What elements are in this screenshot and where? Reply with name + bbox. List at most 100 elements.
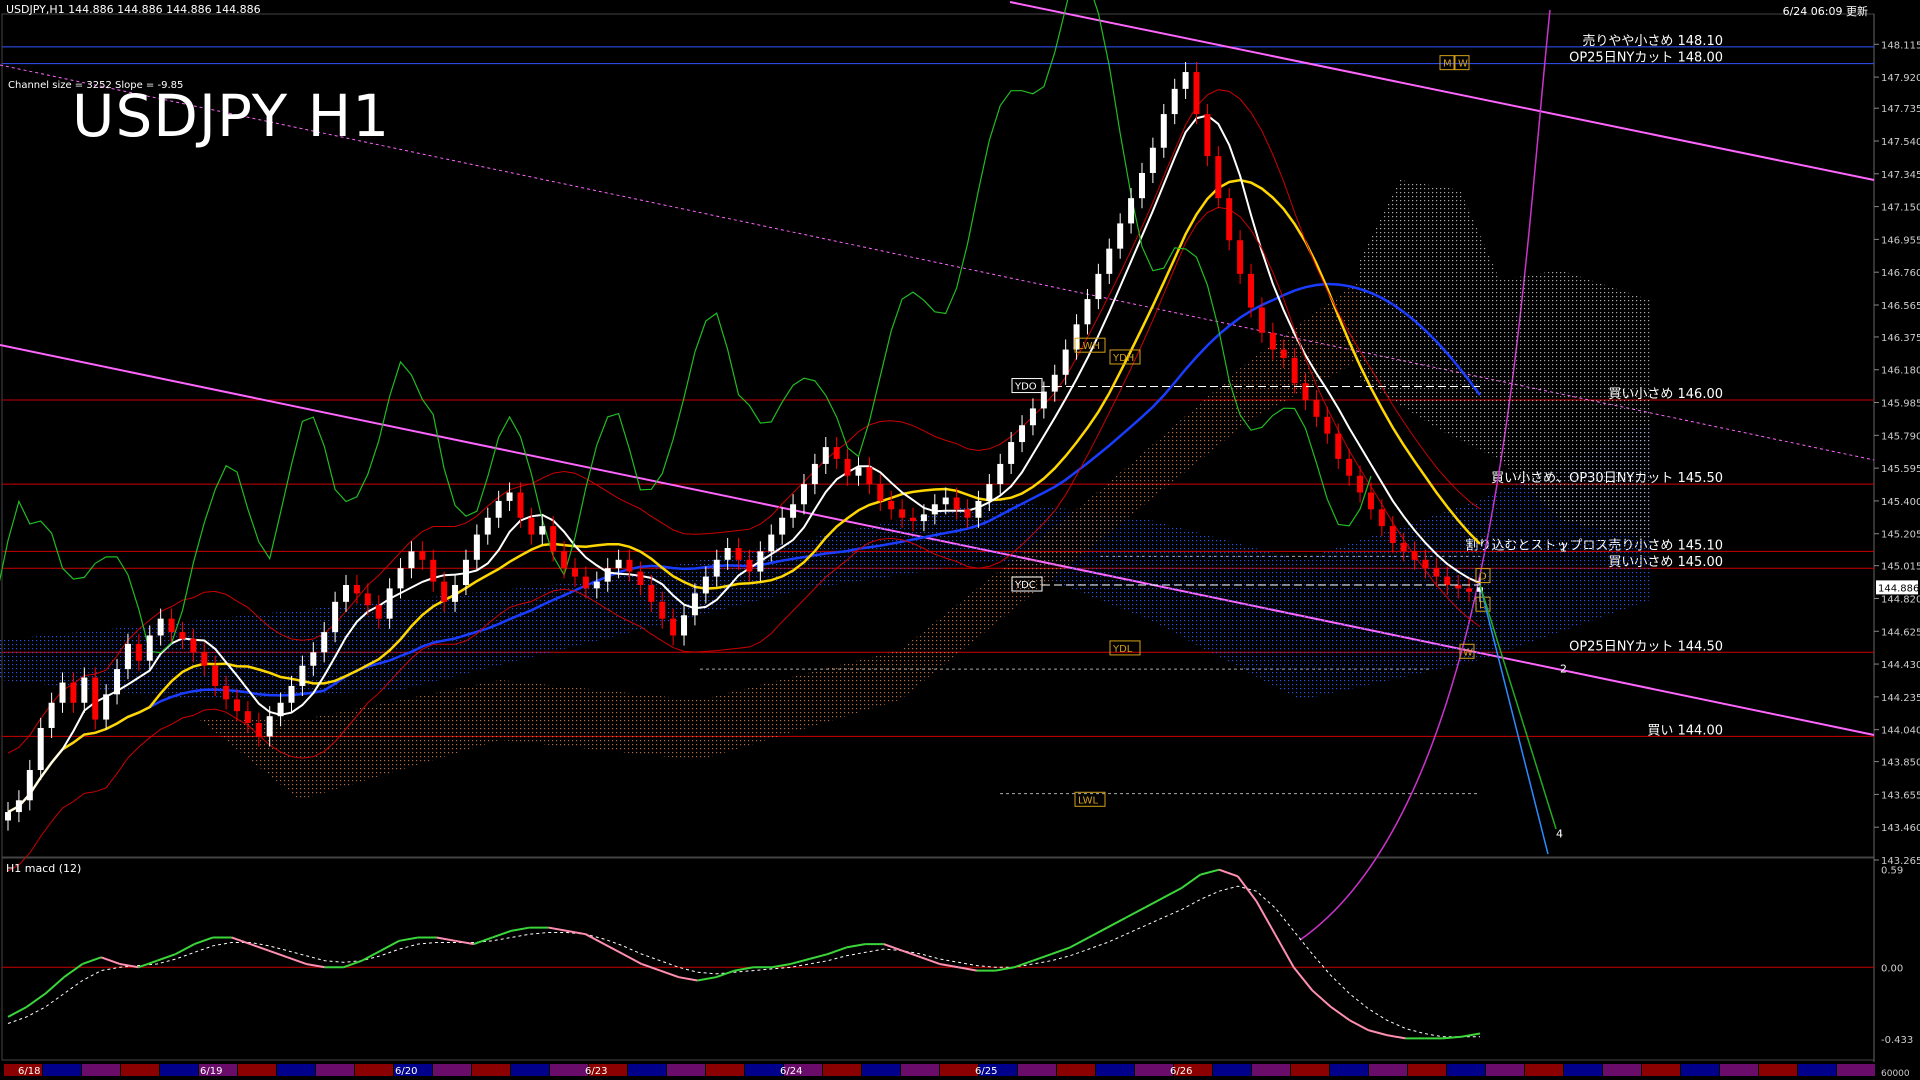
candle-body <box>233 699 240 712</box>
candle-body <box>1291 357 1298 384</box>
candle-body <box>1258 307 1265 333</box>
date-bar-segment <box>1018 1064 1056 1076</box>
date-bar-segment <box>745 1064 783 1076</box>
candle-body <box>386 588 393 619</box>
marker-label: W <box>1458 59 1468 70</box>
price-tick-label: 145.205 <box>1881 530 1920 541</box>
candle-body <box>397 568 404 589</box>
wave-label: 4 <box>1556 827 1563 840</box>
candle-body <box>659 601 666 619</box>
candle-body <box>441 581 448 602</box>
candle-body <box>964 509 971 518</box>
candle-body <box>1040 391 1047 409</box>
symbol-info: USDJPY,H1 144.886 144.886 144.886 144.88… <box>6 3 261 16</box>
candle-body <box>103 694 110 720</box>
candle-body <box>375 605 382 619</box>
marker-label: D <box>1479 572 1487 583</box>
price-tick-label: 145.400 <box>1881 497 1920 508</box>
candle-body <box>190 638 197 653</box>
date-bar-segment <box>1759 1064 1797 1076</box>
level-label: OP25日NYカット 148.00 <box>1569 51 1723 66</box>
candle-body <box>670 618 677 636</box>
date-bar-segment <box>550 1064 588 1076</box>
candle-body <box>1335 433 1342 459</box>
price-tick-label: 146.180 <box>1881 366 1920 377</box>
candle-body <box>1367 492 1374 510</box>
candle-body <box>15 800 22 813</box>
candle-body <box>37 727 44 771</box>
candle-body <box>1280 349 1287 358</box>
candle-body <box>81 677 88 703</box>
level-label: OP25日NYカット 144.50 <box>1569 639 1723 654</box>
date-bar-segment <box>628 1064 666 1076</box>
candle-body <box>920 514 927 522</box>
candle-body <box>724 548 731 560</box>
price-tick-label: 147.920 <box>1881 73 1920 84</box>
candle-body <box>364 593 371 606</box>
candle-body <box>1008 442 1015 464</box>
date-bar-segment <box>1369 1064 1407 1076</box>
candle-body <box>604 568 611 582</box>
date-bar-segment <box>1096 1064 1134 1076</box>
candle-body <box>517 492 524 518</box>
candle-body <box>506 492 513 501</box>
wave-label: 2 <box>1560 662 1567 675</box>
candle-body <box>539 526 546 535</box>
candle-body <box>1095 273 1102 300</box>
candle-body <box>408 551 415 569</box>
macd-tick-label: 0.00 <box>1881 963 1903 974</box>
price-tick-label: 146.565 <box>1881 301 1920 312</box>
candle-body <box>746 559 753 572</box>
candle-body <box>1138 172 1145 199</box>
candle-body <box>1248 273 1255 308</box>
date-label: 6/25 <box>975 1066 997 1077</box>
price-tick-label: 144.430 <box>1881 660 1920 671</box>
price-tick-label: 144.820 <box>1881 594 1920 605</box>
price-tick-label: 146.955 <box>1881 235 1920 246</box>
marker-label: LWL <box>1078 795 1099 806</box>
price-tick-label: 144.040 <box>1881 726 1920 737</box>
candle-body <box>910 517 917 522</box>
candle-body <box>768 534 775 552</box>
candle-body <box>419 551 426 560</box>
candle-body <box>92 677 99 720</box>
candle-body <box>691 593 698 616</box>
candle-body <box>790 504 797 518</box>
candle-body <box>114 669 121 695</box>
candle-body <box>146 635 153 661</box>
price-tick-label: 147.345 <box>1881 170 1920 181</box>
price-tick-label: 148.115 <box>1881 40 1920 51</box>
candle-body <box>1302 383 1309 401</box>
date-label: 6/26 <box>1170 1066 1192 1077</box>
candle-body <box>931 504 938 515</box>
date-bar-segment <box>823 1064 861 1076</box>
date-label: 6/24 <box>780 1066 802 1077</box>
candle-body <box>648 585 655 602</box>
marker-label: M <box>1443 59 1452 70</box>
candle-body <box>1029 408 1036 426</box>
candle-body <box>48 702 55 728</box>
candle-body <box>1182 72 1189 89</box>
marker-label: W <box>1463 647 1473 658</box>
trading-chart[interactable]: 売りやや小さめ 148.10OP25日NYカット 148.00買い小さめ 146… <box>0 0 1920 1080</box>
date-bar-segment <box>121 1064 159 1076</box>
candle-body <box>1411 551 1418 560</box>
price-tick-label: 145.790 <box>1881 431 1920 442</box>
candle-body <box>212 665 219 686</box>
date-bar-segment <box>1213 1064 1251 1076</box>
date-bar-segment <box>1135 1064 1173 1076</box>
candle-body <box>779 517 786 535</box>
candle-body <box>244 711 251 723</box>
marker-label: YDC <box>1014 580 1036 591</box>
date-bar-segment <box>82 1064 120 1076</box>
macd-tick-label: -0.433 <box>1881 1035 1913 1046</box>
updated-timestamp: 6/24 06:09 更新 <box>1782 5 1868 18</box>
candle-body <box>1378 509 1385 527</box>
price-tick-label: 147.540 <box>1881 137 1920 148</box>
date-label: 6/23 <box>585 1066 607 1077</box>
date-bar-segment <box>1798 1064 1836 1076</box>
candle-body <box>735 548 742 560</box>
candle-body <box>168 618 175 633</box>
candle-body <box>1466 588 1473 592</box>
candle-body <box>1204 114 1211 157</box>
